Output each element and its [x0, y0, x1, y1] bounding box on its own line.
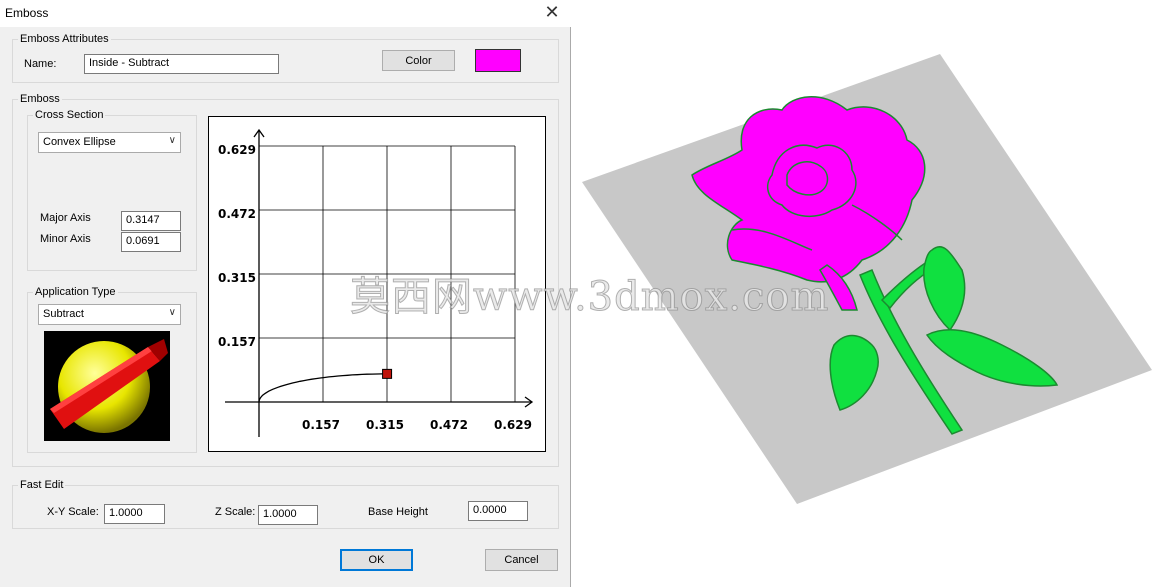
close-icon[interactable]: ✕ [537, 2, 567, 24]
major-axis-label: Major Axis [40, 212, 91, 224]
profile-graph[interactable]: 0.157 0.315 0.472 0.629 0.629 0.472 0.315 0.157 [208, 116, 546, 452]
ok-button[interactable]: OK [340, 549, 413, 571]
y-tick-label: 0.315 [218, 271, 256, 285]
cancel-button[interactable]: Cancel [485, 549, 558, 571]
chevron-down-icon: ∨ [168, 307, 176, 318]
y-tick-label: 0.472 [218, 207, 256, 221]
fast-edit-legend: Fast Edit [18, 479, 66, 491]
name-label: Name: [24, 58, 57, 70]
cross-section-legend: Cross Section [33, 109, 106, 121]
cross-section-select[interactable]: Convex Ellipse ∨ [38, 132, 181, 153]
window-title: Emboss [5, 6, 49, 20]
emboss-dialog: Emboss ✕ Emboss Attributes Name: Inside … [0, 0, 571, 587]
application-type-legend: Application Type [33, 286, 118, 298]
chevron-down-icon: ∨ [168, 135, 176, 146]
y-tick-label: 0.157 [218, 335, 256, 349]
x-tick-label: 0.472 [430, 418, 468, 432]
color-swatch[interactable] [475, 49, 521, 72]
emboss-legend: Emboss [18, 93, 62, 105]
xy-scale-label: X-Y Scale: [47, 506, 99, 518]
application-type-select[interactable]: Subtract ∨ [38, 304, 181, 325]
x-tick-label: 0.315 [366, 418, 404, 432]
base-height-label: Base Height [368, 506, 428, 518]
emboss-attributes-legend: Emboss Attributes [18, 33, 111, 45]
x-tick-label: 0.157 [302, 418, 340, 432]
z-scale-field[interactable]: 1.0000 [258, 505, 318, 525]
minor-axis-label: Minor Axis [40, 233, 91, 245]
base-height-field[interactable]: 0.0000 [468, 501, 528, 521]
z-scale-label: Z Scale: [215, 506, 256, 518]
cross-section-value: Convex Ellipse [43, 136, 116, 148]
curve-handle[interactable] [382, 368, 393, 379]
rose-3d-preview [572, 0, 1162, 587]
y-tick-label: 0.629 [218, 143, 256, 157]
application-preview-image [44, 331, 170, 441]
major-axis-field[interactable]: 0.3147 [121, 211, 181, 231]
xy-scale-field[interactable]: 1.0000 [104, 504, 165, 524]
minor-axis-field[interactable]: 0.0691 [121, 232, 181, 252]
application-type-value: Subtract [43, 308, 84, 320]
name-field[interactable]: Inside - Subtract [84, 54, 279, 74]
x-tick-label: 0.629 [494, 418, 532, 432]
color-button[interactable]: Color [382, 50, 455, 71]
title-bar[interactable]: Emboss ✕ [0, 0, 571, 27]
